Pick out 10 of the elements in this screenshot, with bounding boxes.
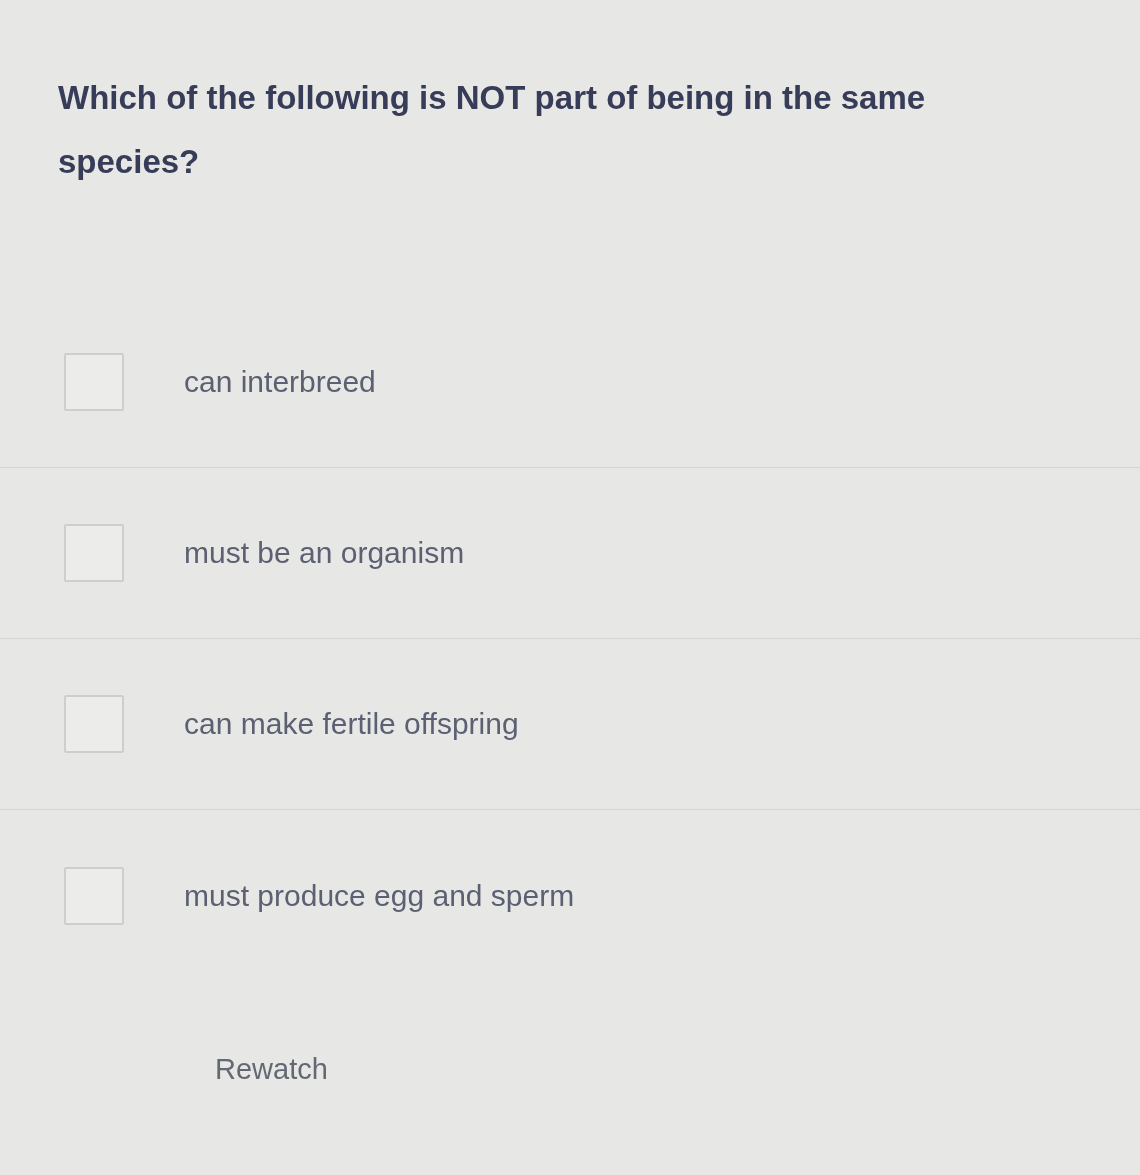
checkbox[interactable] xyxy=(64,695,124,753)
checkbox[interactable] xyxy=(64,866,124,925)
rewatch-button[interactable]: Rewatch xyxy=(195,1041,348,1098)
checkbox[interactable] xyxy=(64,524,124,582)
checkbox[interactable] xyxy=(64,353,124,411)
question-text: Which of the following is NOT part of being in the same species? xyxy=(58,78,927,182)
option-label[interactable]: must produce egg and sperm xyxy=(184,878,575,913)
option-label[interactable]: can make fertile offspring xyxy=(184,707,519,741)
option-label[interactable]: must be an organism xyxy=(184,536,465,570)
option-label[interactable]: can interbreed xyxy=(184,365,376,399)
